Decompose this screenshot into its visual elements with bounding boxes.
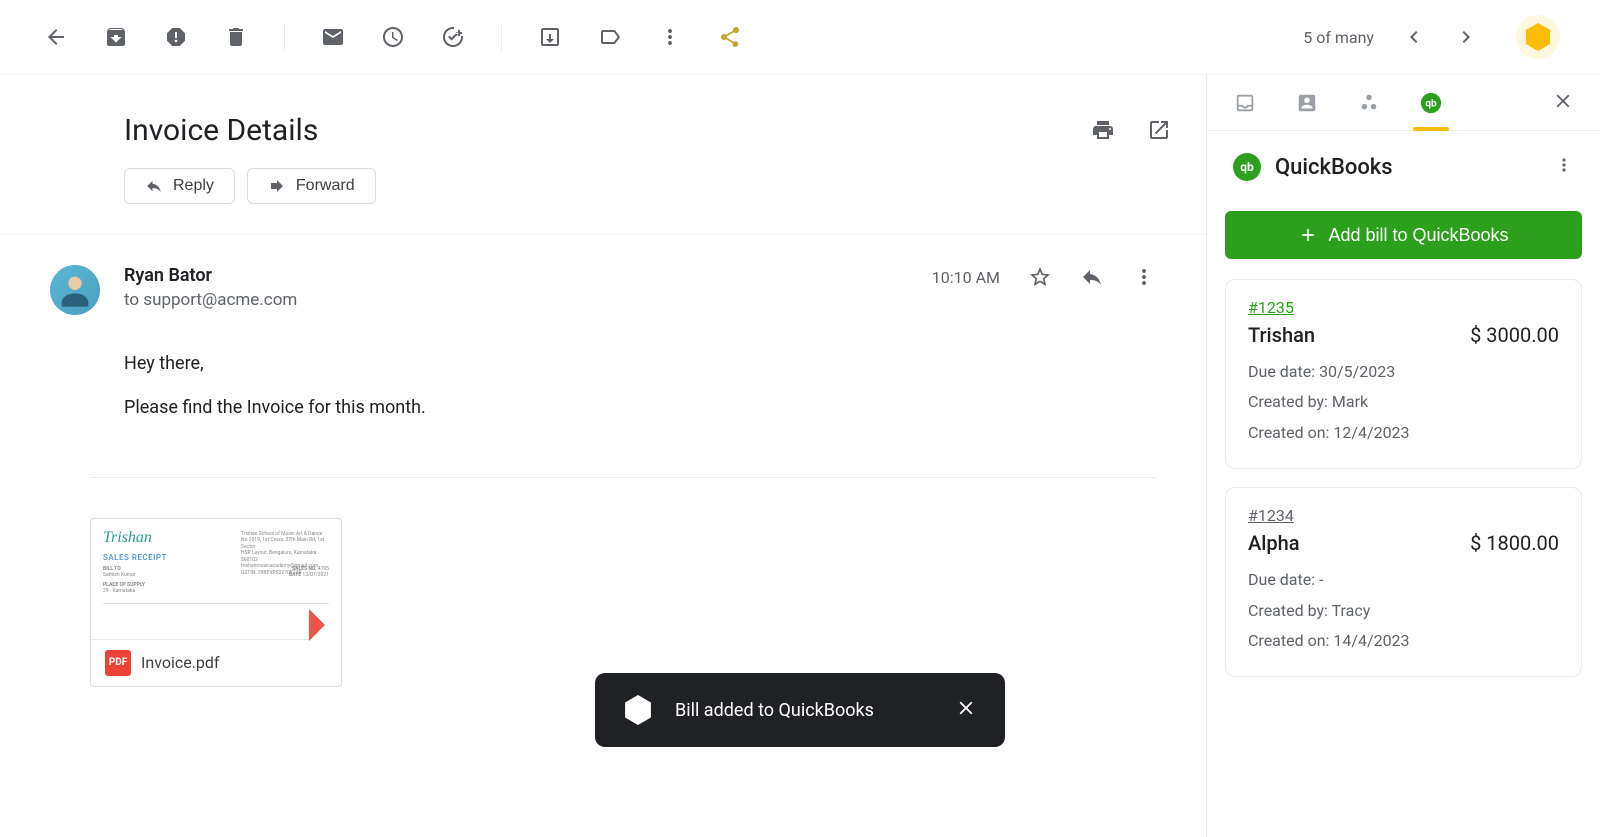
sender-name: Ryan Bator bbox=[124, 265, 297, 286]
star-icon[interactable] bbox=[1028, 265, 1052, 289]
timestamp: 10:10 AM bbox=[932, 268, 1000, 287]
attachment-preview: Trishan Trishan School of Music Art & Da… bbox=[91, 519, 341, 639]
label-icon[interactable] bbox=[598, 25, 622, 49]
back-icon[interactable] bbox=[44, 25, 68, 49]
add-bill-label: Add bill to QuickBooks bbox=[1328, 225, 1508, 246]
sidepanel-close-icon[interactable] bbox=[1552, 90, 1574, 116]
reply-icon[interactable] bbox=[1080, 265, 1104, 289]
bill-amount: $ 1800.00 bbox=[1470, 531, 1559, 555]
email-body: Ryan Bator to support@acme.com 10:10 AM … bbox=[0, 235, 1206, 717]
recipient: to support@acme.com bbox=[124, 290, 297, 310]
svg-text:qb: qb bbox=[1425, 98, 1437, 109]
pdf-badge-icon: PDF bbox=[105, 650, 131, 676]
bill-meta: Due date: 30/5/2023 Created by: Mark Cre… bbox=[1248, 357, 1559, 448]
message-more-icon[interactable] bbox=[1132, 265, 1156, 289]
print-icon[interactable] bbox=[1090, 117, 1116, 143]
toast-notification: Bill added to QuickBooks bbox=[595, 673, 1005, 747]
archive-icon[interactable] bbox=[104, 25, 128, 49]
bill-card[interactable]: #1234 Alpha $ 1800.00 Due date: - Create… bbox=[1225, 487, 1582, 677]
sender-avatar bbox=[50, 265, 100, 315]
attachment-footer: PDF Invoice.pdf bbox=[91, 639, 341, 686]
tab-contacts-icon[interactable] bbox=[1295, 91, 1319, 115]
sidepanel-header: qb QuickBooks bbox=[1207, 131, 1600, 203]
prev-icon[interactable] bbox=[1402, 25, 1426, 49]
reply-button[interactable]: Reply bbox=[124, 168, 235, 204]
separator bbox=[501, 23, 502, 51]
toolbar: 5 of many bbox=[0, 0, 1600, 75]
attachment-card[interactable]: Trishan Trishan School of Music Art & Da… bbox=[90, 518, 342, 687]
toast-message: Bill added to QuickBooks bbox=[675, 700, 933, 721]
tab-people-icon[interactable] bbox=[1357, 91, 1381, 115]
bill-name: Alpha bbox=[1248, 531, 1300, 555]
spam-icon[interactable] bbox=[164, 25, 188, 49]
share-icon[interactable] bbox=[718, 25, 742, 49]
pagination-counter: 5 of many bbox=[1303, 28, 1374, 47]
email-subject: Invoice Details bbox=[124, 113, 1166, 148]
next-icon[interactable] bbox=[1454, 25, 1478, 49]
forward-label: Forward bbox=[296, 177, 355, 195]
sidepanel-more-icon[interactable] bbox=[1554, 155, 1574, 179]
sidepanel-title: QuickBooks bbox=[1275, 155, 1393, 180]
forward-button[interactable]: Forward bbox=[247, 168, 376, 204]
folded-corner-icon bbox=[309, 609, 341, 641]
separator bbox=[284, 23, 285, 51]
sidepanel-tabs: qb bbox=[1207, 75, 1600, 131]
delete-icon[interactable] bbox=[224, 25, 248, 49]
more-icon[interactable] bbox=[658, 25, 682, 49]
mark-unread-icon[interactable] bbox=[321, 25, 345, 49]
divider bbox=[90, 477, 1156, 478]
email-header: Invoice Details Reply Forward bbox=[0, 75, 1206, 235]
message-text: Hey there, Please find the Invoice for t… bbox=[124, 348, 1156, 425]
bill-id-link[interactable]: #1235 bbox=[1248, 298, 1294, 317]
bill-name: Trishan bbox=[1248, 323, 1315, 347]
toolbar-left bbox=[44, 23, 742, 51]
snooze-icon[interactable] bbox=[381, 25, 405, 49]
bill-card[interactable]: #1235 Trishan $ 3000.00 Due date: 30/5/2… bbox=[1225, 279, 1582, 469]
attachment-filename: Invoice.pdf bbox=[141, 653, 219, 672]
toolbar-right: 5 of many bbox=[1303, 15, 1560, 59]
account-avatar[interactable] bbox=[1516, 15, 1560, 59]
quickbooks-logo-icon: qb bbox=[1233, 153, 1261, 181]
move-to-icon[interactable] bbox=[538, 25, 562, 49]
bill-meta: Due date: - Created by: Tracy Created on… bbox=[1248, 565, 1559, 656]
add-bill-button[interactable]: Add bill to QuickBooks bbox=[1225, 211, 1582, 259]
tab-quickbooks-icon[interactable]: qb bbox=[1419, 91, 1443, 115]
reply-label: Reply bbox=[173, 177, 214, 195]
sidepanel: qb qb QuickBooks Add bill to QuickBooks … bbox=[1206, 75, 1600, 837]
add-task-icon[interactable] bbox=[441, 25, 465, 49]
toast-hex-icon bbox=[623, 695, 653, 725]
open-new-icon[interactable] bbox=[1146, 117, 1172, 143]
bill-id-link[interactable]: #1234 bbox=[1248, 506, 1294, 525]
tab-inbox-icon[interactable] bbox=[1233, 91, 1257, 115]
preview-brand: Trishan bbox=[103, 529, 152, 547]
bill-amount: $ 3000.00 bbox=[1470, 323, 1559, 347]
toast-close-icon[interactable] bbox=[955, 697, 977, 723]
